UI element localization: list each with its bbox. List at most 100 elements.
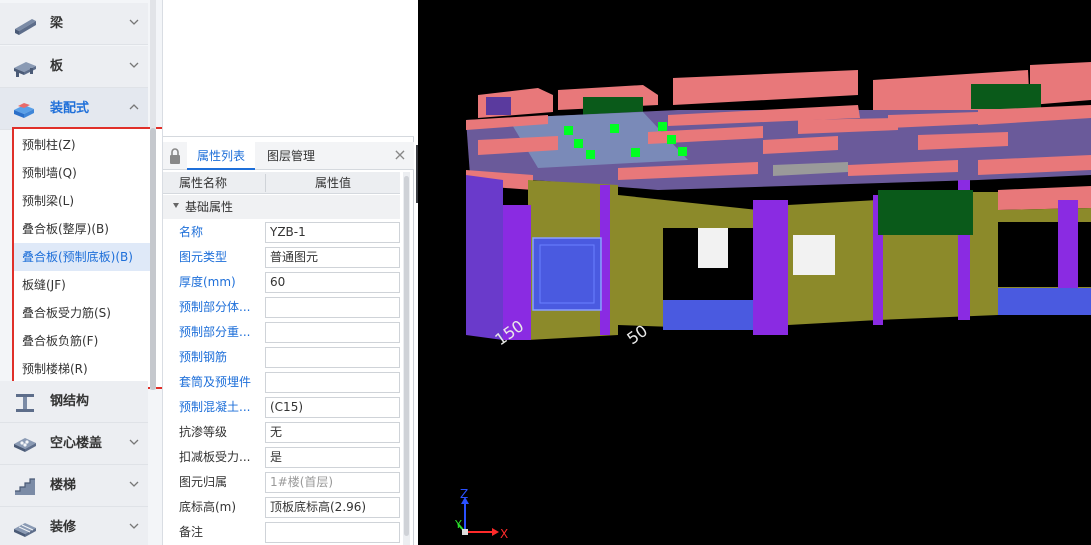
property-name: 抗渗等级 bbox=[179, 425, 228, 439]
submenu-item-slab-joint[interactable]: 板缝(JF) bbox=[14, 271, 150, 299]
category-steel-structure[interactable]: 钢结构 bbox=[0, 381, 148, 423]
submenu-item-composite-slab-full[interactable]: 叠合板(整厚)(B) bbox=[14, 215, 150, 243]
lintel-beam bbox=[663, 300, 753, 330]
property-value-field[interactable]: 无 bbox=[265, 422, 400, 443]
property-row[interactable]: 备注 bbox=[163, 520, 400, 545]
property-row[interactable]: 抗渗等级 无 bbox=[163, 420, 400, 445]
3d-viewport[interactable]: 150 50 Z Y X bbox=[418, 0, 1091, 545]
property-value-field[interactable]: 60 bbox=[265, 272, 400, 293]
component-sidebar: 梁 板 装配式 预制柱(Z) 预制墙(Q) 预制梁(L) 叠合板(整厚)(B) … bbox=[0, 0, 163, 545]
category-stair[interactable]: 楼梯 bbox=[0, 465, 148, 507]
property-value-field[interactable] bbox=[265, 372, 400, 393]
green-panel bbox=[971, 84, 1041, 109]
property-name: 图元归属 bbox=[179, 475, 228, 489]
property-value-field[interactable]: 顶板底标高(2.96) bbox=[265, 497, 400, 518]
property-group-basic[interactable]: 基础属性 bbox=[163, 195, 400, 219]
tab-layer-management[interactable]: 图层管理 bbox=[259, 142, 323, 170]
category-label: 梁 bbox=[50, 16, 64, 31]
property-row[interactable]: 名称 YZB-1 bbox=[163, 220, 400, 245]
category-label: 装配式 bbox=[50, 101, 90, 116]
property-value-field[interactable]: 普通图元 bbox=[265, 247, 400, 268]
beam-icon bbox=[15, 19, 36, 35]
property-value-field[interactable]: 是 bbox=[265, 447, 400, 468]
submenu-item-prefab-wall[interactable]: 预制墙(Q) bbox=[14, 159, 150, 187]
lock-icon[interactable] bbox=[169, 147, 181, 165]
property-value-field[interactable]: YZB-1 bbox=[265, 222, 400, 243]
property-row[interactable]: 厚度(mm) 60 bbox=[163, 270, 400, 295]
property-value-field[interactable]: 1#楼(首层) bbox=[265, 472, 400, 493]
decoration-icon bbox=[14, 523, 36, 537]
property-name: 预制部分体... bbox=[179, 300, 251, 314]
group-label: 基础属性 bbox=[185, 200, 234, 214]
chevron-down-icon[interactable] bbox=[128, 520, 140, 532]
prefab-icon bbox=[14, 103, 34, 118]
properties-scrollbar[interactable] bbox=[403, 172, 410, 545]
property-row[interactable]: 底标高(m) 顶板底标高(2.96) bbox=[163, 495, 400, 520]
grip-handle[interactable] bbox=[678, 147, 687, 156]
property-value-field[interactable] bbox=[265, 347, 400, 368]
scrollbar-thumb[interactable] bbox=[150, 128, 156, 390]
properties-panel: 属性列表 图层管理 × 属性名称 属性值 基础属性 名称 YZB-1 图元类型 普通图… bbox=[163, 0, 414, 545]
category-slab[interactable]: 板 bbox=[0, 46, 148, 88]
category-prefab[interactable]: 装配式 bbox=[0, 88, 148, 130]
submenu-item-prefab-stair[interactable]: 预制楼梯(R) bbox=[14, 355, 150, 383]
property-value-field[interactable] bbox=[265, 522, 400, 543]
chevron-down-icon[interactable] bbox=[128, 16, 140, 28]
submenu-item-prefab-column[interactable]: 预制柱(Z) bbox=[14, 131, 150, 159]
property-row[interactable]: 扣减板受力... 是 bbox=[163, 445, 400, 470]
slab-icon bbox=[14, 62, 36, 77]
chevron-down-icon[interactable] bbox=[128, 59, 140, 71]
column-divider[interactable] bbox=[265, 174, 266, 192]
scrollbar-thumb[interactable] bbox=[404, 176, 409, 536]
wall-column bbox=[753, 200, 788, 335]
window-panel bbox=[698, 228, 728, 268]
submenu-item-prefab-beam[interactable]: 预制梁(L) bbox=[14, 187, 150, 215]
property-value-field[interactable] bbox=[265, 297, 400, 318]
tab-property-list[interactable]: 属性列表 bbox=[187, 142, 255, 170]
axis-origin bbox=[462, 529, 468, 535]
grip-handle[interactable] bbox=[586, 150, 595, 159]
selected-precast-panel[interactable] bbox=[532, 237, 602, 311]
wall-block bbox=[486, 97, 511, 115]
property-row[interactable]: 图元归属 1#楼(首层) bbox=[163, 470, 400, 495]
chevron-up-icon[interactable] bbox=[128, 101, 140, 113]
category-label: 钢结构 bbox=[50, 394, 90, 409]
steel-structure-icon bbox=[16, 394, 34, 412]
building-model-scene[interactable]: 150 50 Z Y X bbox=[418, 0, 1091, 545]
submenu-item-slab-negative-rebar[interactable]: 叠合板负筋(F) bbox=[14, 327, 150, 355]
chevron-down-icon[interactable] bbox=[128, 436, 140, 448]
property-name: 图元类型 bbox=[179, 250, 228, 264]
category-decoration[interactable]: 装修 bbox=[0, 507, 148, 545]
property-row[interactable]: 预制部分体... bbox=[163, 295, 400, 320]
category-beam[interactable]: 梁 bbox=[0, 3, 148, 45]
component-list-area bbox=[163, 0, 414, 137]
category-label: 楼梯 bbox=[50, 478, 77, 493]
property-value-field[interactable]: (C15) bbox=[265, 397, 400, 418]
category-hollow-floor[interactable]: 空心楼盖 bbox=[0, 423, 148, 465]
roof-slab bbox=[673, 70, 858, 105]
submenu-item-slab-main-rebar[interactable]: 叠合板受力筋(S) bbox=[14, 299, 150, 327]
grip-handle[interactable] bbox=[658, 122, 667, 131]
grip-handle[interactable] bbox=[667, 135, 676, 144]
property-value-field[interactable] bbox=[265, 322, 400, 343]
property-row[interactable]: 套筒及预埋件 bbox=[163, 370, 400, 395]
property-row[interactable]: 预制混凝土... (C15) bbox=[163, 395, 400, 420]
axis-gizmo[interactable]: Z Y X bbox=[454, 487, 508, 541]
chevron-down-icon[interactable] bbox=[128, 478, 140, 490]
category-label: 板 bbox=[50, 59, 64, 74]
property-row[interactable]: 预制钢筋 bbox=[163, 345, 400, 370]
close-icon[interactable]: × bbox=[391, 146, 409, 164]
grip-handle[interactable] bbox=[564, 126, 573, 135]
property-name: 底标高(m) bbox=[179, 500, 237, 514]
grip-handle[interactable] bbox=[610, 124, 619, 133]
property-row[interactable]: 图元类型 普通图元 bbox=[163, 245, 400, 270]
property-name: 扣减板受力... bbox=[179, 450, 251, 464]
submenu-item-composite-slab-base[interactable]: 叠合板(预制底板)(B) bbox=[14, 243, 150, 271]
grip-handle[interactable] bbox=[574, 139, 583, 148]
lintel-beam bbox=[998, 288, 1091, 315]
sidebar-scrollbar[interactable] bbox=[150, 0, 156, 390]
collapse-triangle-icon[interactable] bbox=[173, 203, 179, 208]
grip-handle[interactable] bbox=[631, 148, 640, 157]
prefab-submenu: 预制柱(Z) 预制墙(Q) 预制梁(L) 叠合板(整厚)(B) 叠合板(预制底板… bbox=[12, 127, 162, 389]
property-row[interactable]: 预制部分重... bbox=[163, 320, 400, 345]
